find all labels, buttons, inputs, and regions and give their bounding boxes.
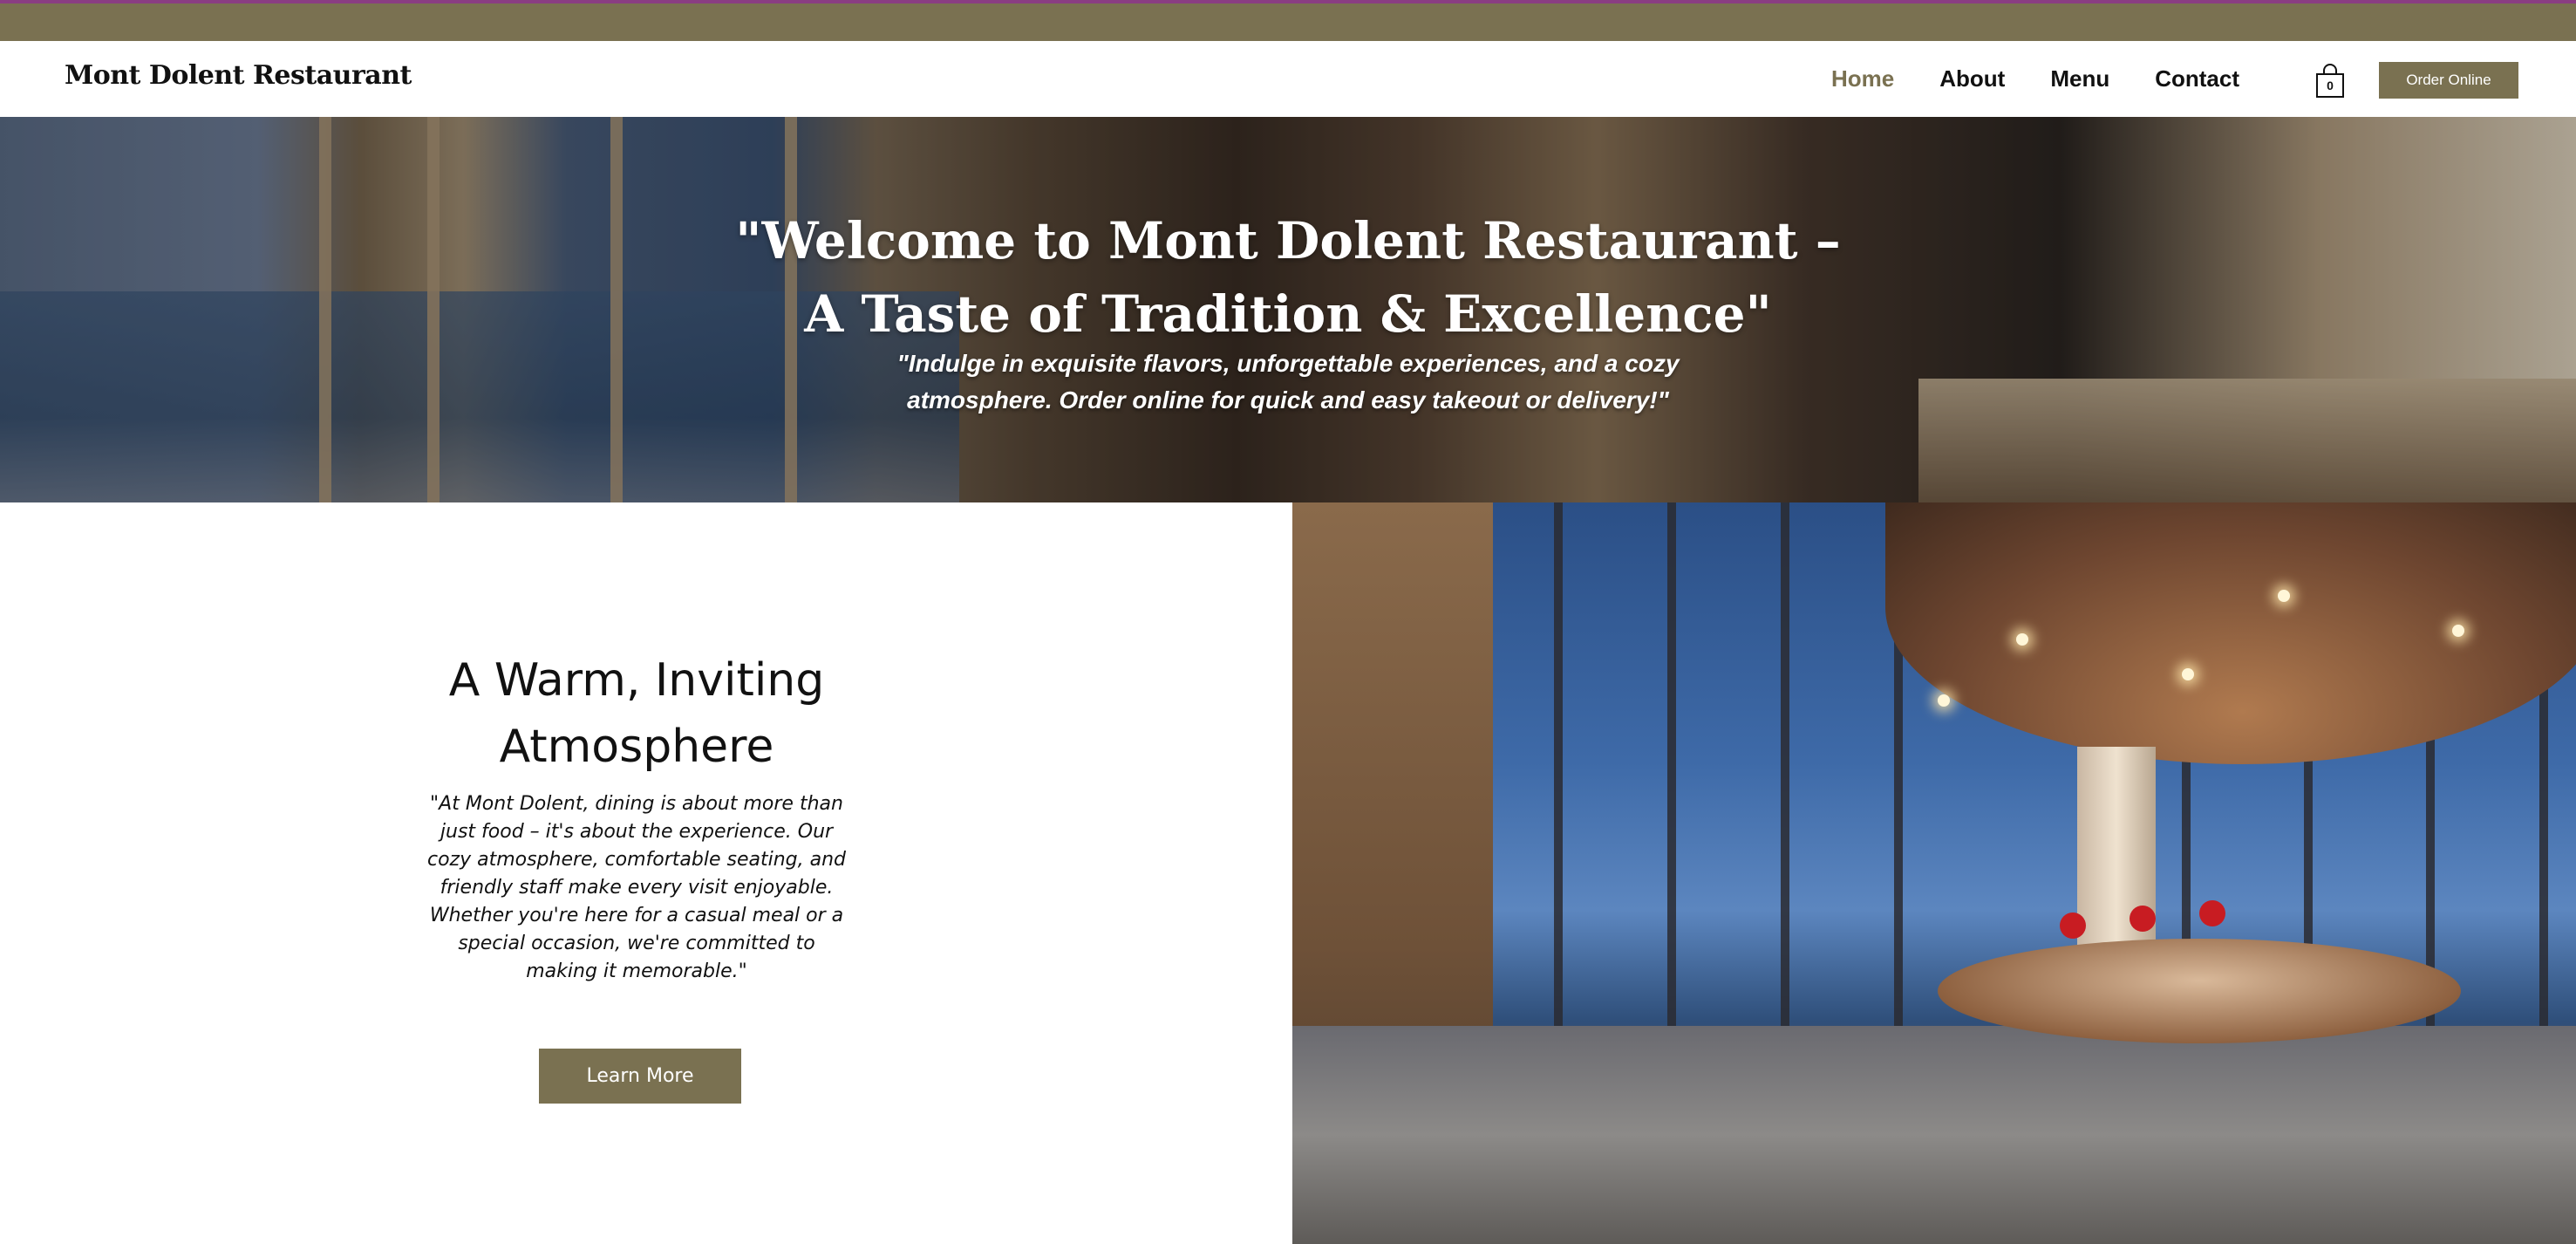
site-logo[interactable]: Mont Dolent Restaurant	[65, 60, 412, 91]
about-heading-line: Atmosphere	[499, 721, 774, 773]
hero-subtitle-line: "Indulge in exquisite flavors, unforgett…	[896, 350, 1680, 377]
about-text-line: friendly staff make every visit enjoyabl…	[440, 877, 834, 899]
nav-item-menu[interactable]: Menu	[2050, 65, 2109, 92]
about-text-line: "At Mont Dolent, dining is about more th…	[430, 793, 843, 815]
hero-title-line: A Taste of Tradition & Excellence"	[804, 284, 1772, 344]
hero-subtitle: "Indulge in exquisite flavors, unforgett…	[0, 345, 2576, 419]
nav-item-contact[interactable]: Contact	[2155, 65, 2239, 92]
about-text-line: making it memorable."	[526, 960, 747, 982]
about-text-line: just food – it's about the experience. O…	[440, 821, 834, 843]
hero-banner: "Welcome to Mont Dolent Restaurant – A T…	[0, 117, 2576, 502]
hero-subtitle-line: atmosphere. Order online for quick and e…	[907, 386, 1669, 414]
about-heading-line: A Warm, Inviting	[448, 654, 825, 707]
order-online-button[interactable]: Order Online	[2379, 62, 2518, 99]
about-text-line: special occasion, we're committed to	[458, 933, 815, 954]
about-description: "At Mont Dolent, dining is about more th…	[419, 790, 855, 986]
top-accent-bar	[0, 0, 2576, 41]
about-text-line: cozy atmosphere, comfortable seating, an…	[426, 849, 847, 871]
about-text-line: Whether you're here for a casual meal or…	[429, 905, 844, 926]
about-section: A Warm, Inviting Atmosphere "At Mont Dol…	[0, 502, 1292, 1244]
cart-count: 0	[2327, 79, 2334, 92]
hero-title: "Welcome to Mont Dolent Restaurant – A T…	[0, 204, 2576, 351]
site-header: Mont Dolent Restaurant Home About Menu C…	[0, 41, 2576, 117]
nav-item-about[interactable]: About	[1939, 65, 2005, 92]
cart-button[interactable]: 0	[2315, 64, 2345, 99]
learn-more-button[interactable]: Learn More	[539, 1049, 741, 1104]
main-nav: Home About Menu Contact	[1831, 65, 2285, 92]
dining-room-image	[1292, 502, 2576, 1244]
nav-item-home[interactable]: Home	[1831, 65, 1894, 92]
hero-title-line: "Welcome to Mont Dolent Restaurant –	[735, 211, 1841, 270]
about-heading: A Warm, Inviting Atmosphere	[375, 647, 898, 780]
